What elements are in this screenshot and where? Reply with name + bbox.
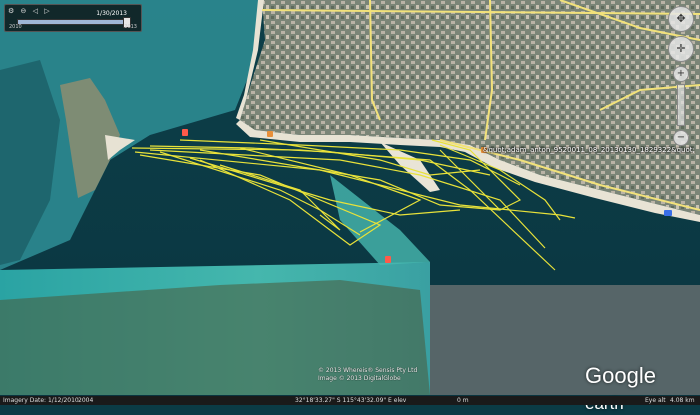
time-slider-track[interactable] [17,17,131,28]
placemark-icon[interactable] [267,131,273,137]
zoom-in-button[interactable]: + [673,66,689,82]
zoom-slider[interactable] [677,84,685,126]
cursor-coordinates: 32°18'33.27" S 115°43'32.09" E elev [295,397,407,404]
satellite-map[interactable] [0,0,700,405]
placemark-icon[interactable] [664,210,672,216]
status-bar: Imagery Date: 1/12/2010 2004 32°18'33.27… [0,396,700,405]
copyright-notice: © 2013 Whereis® Sensis Pty Ltd Image © 2… [318,367,417,383]
look-joystick-icon[interactable]: ✛ [668,36,694,62]
time-slider-date: 1/30/2013 [96,10,127,17]
elevation-value: 0 m [457,397,469,404]
time-slider[interactable]: ⚙ ⊖ ◁ ▷ 1/30/2013 2010 2013 [4,4,142,32]
track-label[interactable]: &quot;adam_anton_9520011_08_20130130_182… [483,146,695,154]
imagery-date: Imagery Date: 1/12/2010 [3,397,79,404]
copyright-line-1: © 2013 Whereis® Sensis Pty Ltd [318,367,418,374]
eye-alt-label: Eye alt [645,397,666,404]
compass-icon[interactable]: ✥ [668,6,694,32]
time-slider-start: 2010 [9,24,22,30]
logo-google: Google [585,363,656,388]
navigation-controls[interactable]: ✥ ✛ + − [668,6,694,146]
time-slider-end: 2013 [124,24,137,30]
placemark-icon[interactable] [385,256,391,263]
historical-imagery-year[interactable]: 2004 [78,396,93,405]
eye-alt-value: 4.08 km [670,397,695,404]
placemark-icon[interactable] [182,129,188,136]
copyright-line-2: Image © 2013 DigitalGlobe [318,375,401,382]
google-earth-logo: Google earth [585,363,700,415]
zoom-out-button[interactable]: − [673,130,689,146]
time-slider-controls[interactable]: ⚙ ⊖ ◁ ▷ [8,7,52,15]
